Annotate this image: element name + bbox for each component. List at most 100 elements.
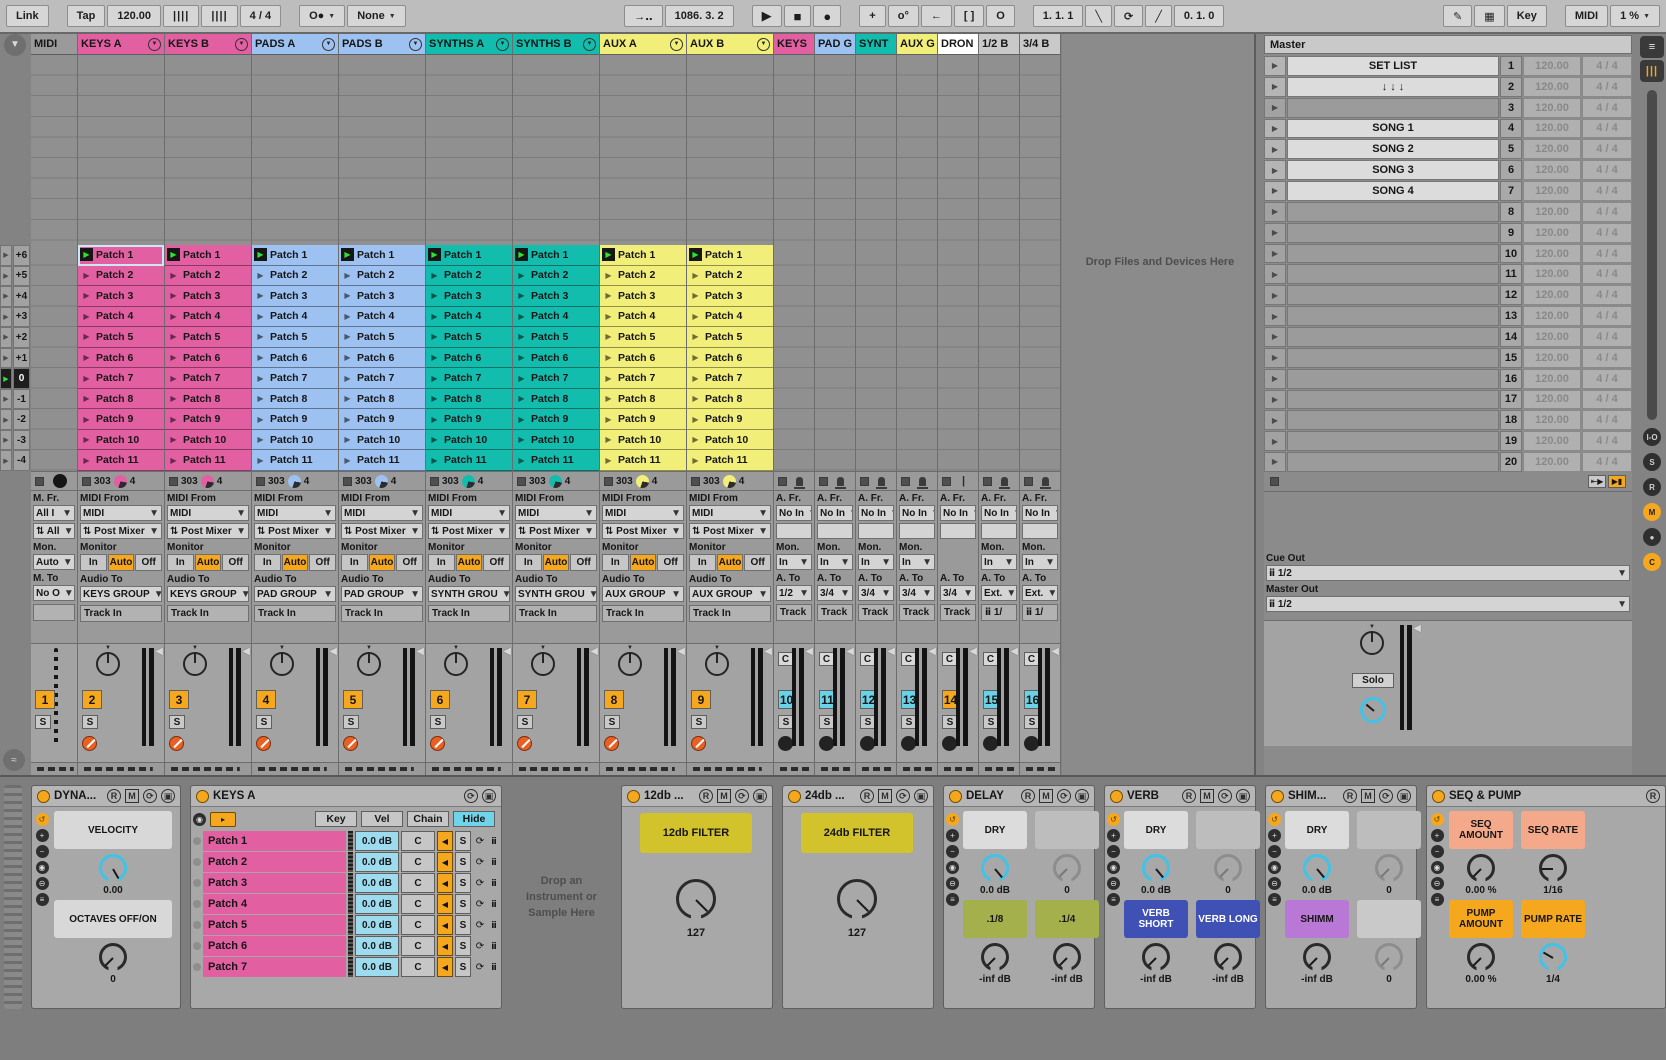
monitor-off-button[interactable]: Off — [483, 554, 510, 571]
pan-knob[interactable] — [357, 652, 381, 676]
chevron-down-icon[interactable]: ▼ — [409, 38, 422, 51]
track-delay-row[interactable] — [687, 762, 773, 775]
device-on-toggle[interactable] — [1110, 790, 1123, 803]
scene-play-icon[interactable]: ▶ — [1264, 244, 1286, 264]
volume-fader[interactable]: ◀ — [997, 648, 1009, 746]
macro-knob[interactable] — [1053, 943, 1081, 971]
input-channel-select[interactable]: ⇅ Post Mixer▼ — [254, 523, 336, 539]
remove-macro-icon[interactable]: − — [1107, 845, 1120, 858]
scene-tempo[interactable]: 120.00 — [1523, 244, 1581, 264]
macro-value[interactable]: 0.0 dB — [1141, 885, 1171, 896]
clip[interactable]: ▶ Patch 7 — [687, 368, 773, 389]
output-channel-box[interactable]: Track In — [80, 605, 162, 622]
volume-fader[interactable]: ◀ — [664, 648, 676, 746]
back-to-arrangement-icon[interactable]: ⇤▶ — [1588, 475, 1606, 488]
scene-signature[interactable]: 4 / 4 — [1582, 202, 1632, 222]
clip[interactable]: ▶ Patch 5 — [426, 327, 512, 348]
add-macro-icon[interactable]: + — [36, 829, 49, 842]
clip[interactable]: ▶ Patch 6 — [687, 348, 773, 369]
hot-swap-icon[interactable]: ⟳ — [464, 789, 478, 803]
clip-stop-row[interactable]: 303 4 | — [687, 471, 773, 491]
empty-clip-slots[interactable] — [339, 55, 425, 245]
macro-label[interactable] — [1035, 811, 1099, 849]
macro-knob[interactable] — [1375, 943, 1403, 971]
computer-midi-keyboard-button[interactable]: ▦ — [1474, 5, 1504, 27]
track-delay-row[interactable] — [426, 762, 512, 775]
chain-name[interactable]: Patch 6 — [203, 936, 346, 956]
scene-tempo[interactable]: 120.00 — [1523, 285, 1581, 305]
scene-row[interactable]: ▶ 17 120.00 4 / 4 — [1264, 390, 1632, 410]
save-preset-icon[interactable]: ▣ — [1075, 789, 1089, 803]
macro-value[interactable]: 0 — [110, 974, 116, 985]
clip-view-toggle-icon[interactable]: ≡ — [1640, 36, 1664, 58]
macro-value[interactable]: -inf dB — [1301, 974, 1333, 985]
hot-swap-icon[interactable]: ⟳ — [473, 857, 487, 868]
monitor-in-button[interactable]: In — [515, 554, 542, 571]
scene-row[interactable]: ▶ SONG 3 6 120.00 4 / 4 — [1264, 160, 1632, 180]
input-type-select[interactable]: MIDI▼ — [515, 505, 597, 521]
track-delay-row[interactable] — [1020, 762, 1060, 775]
clip-play-icon[interactable]: ▶ — [80, 332, 93, 341]
scene-play-icon[interactable]: ▶ — [0, 450, 12, 471]
chain-solo-button[interactable]: S — [455, 957, 471, 977]
clip[interactable]: ▶ Patch 4 — [165, 307, 251, 328]
input-type-select[interactable]: All I▼ — [33, 505, 75, 521]
clip-play-icon[interactable]: ▶ — [515, 332, 528, 341]
scene-name[interactable] — [1287, 452, 1499, 472]
randomize-icon[interactable]: R — [107, 789, 121, 803]
hot-swap-icon[interactable]: ⟳ — [473, 941, 487, 952]
monitor-select[interactable]: In▼ — [981, 554, 1017, 570]
clip[interactable]: ▶ Patch 1 — [78, 245, 164, 266]
clip-play-icon[interactable]: ▶ — [167, 435, 180, 444]
clip[interactable]: ▶ Patch 3 — [78, 286, 164, 307]
track-delay-row[interactable] — [252, 762, 338, 775]
clip[interactable]: ▶ Patch 10 — [165, 430, 251, 451]
macro-value[interactable]: 1/16 — [1543, 885, 1562, 896]
clip-play-icon[interactable]: ▶ — [428, 332, 441, 341]
scene-name[interactable] — [1287, 98, 1499, 118]
clip-play-icon[interactable]: ▶ — [80, 353, 93, 362]
hot-swap-icon[interactable]: ↺ — [946, 813, 959, 826]
clip-play-icon[interactable]: ▶ — [515, 271, 528, 280]
macro-label[interactable]: DRY — [1124, 811, 1188, 849]
device-header[interactable]: DELAY R M ⟳ ▣ — [944, 786, 1094, 807]
hot-swap-icon[interactable]: ⟳ — [1057, 789, 1071, 803]
tempo-field[interactable]: 120.00 — [107, 5, 161, 27]
scene-play-icon[interactable]: ▶ — [0, 327, 12, 348]
clip-stop-icon[interactable] — [169, 477, 178, 486]
chevron-down-icon[interactable]: ▼ — [757, 38, 770, 51]
scene-play-icon[interactable]: ▶ — [0, 286, 12, 307]
speaker-icon[interactable]: ◀ — [437, 852, 453, 872]
volume-fader[interactable]: ◀ — [792, 648, 804, 746]
macro-knob[interactable] — [1539, 943, 1567, 971]
filter-macro-button[interactable]: 12db FILTER — [640, 813, 752, 853]
arm-button[interactable] — [778, 736, 793, 751]
fader-handle[interactable]: ◀ — [1051, 646, 1059, 657]
clip[interactable]: ▶ Patch 11 — [252, 450, 338, 471]
device-header[interactable]: DYNA... R M ⟳ ▣ — [32, 786, 180, 807]
add-macro-icon[interactable]: + — [1107, 829, 1120, 842]
clip-play-icon[interactable]: ▶ — [689, 332, 702, 341]
macro-knob[interactable] — [99, 854, 127, 882]
filter-knob[interactable] — [676, 879, 716, 919]
scene-play-icon[interactable]: ▶ — [1264, 181, 1286, 201]
clip-stop-row[interactable]: 303 4 | — [165, 471, 251, 491]
track-header[interactable]: PAD G ▼ — [815, 34, 855, 55]
scene-name[interactable] — [1287, 223, 1499, 243]
randomize-icon[interactable]: R — [1021, 789, 1035, 803]
chain-pan[interactable]: C — [401, 873, 435, 893]
arm-button[interactable] — [430, 736, 445, 751]
empty-clip-slots[interactable] — [979, 55, 1019, 245]
macro-value[interactable]: -inf dB — [1051, 974, 1083, 985]
solo-button[interactable]: S — [604, 715, 620, 729]
scene-signature[interactable]: 4 / 4 — [1582, 348, 1632, 368]
chain-solo-button[interactable]: S — [455, 831, 471, 851]
cue-volume-knob[interactable] — [1360, 697, 1386, 723]
device-view-toggle-icon[interactable]: ||| — [1640, 60, 1664, 82]
macro-label[interactable]: OCTAVES OFF/ON — [54, 900, 172, 938]
variation-icon[interactable]: ⊖ — [1431, 877, 1444, 890]
track-number-box[interactable]: 5 — [343, 690, 363, 709]
empty-clip-slots[interactable] — [513, 55, 599, 245]
clip-stop-row[interactable]: 303 4 | — [78, 471, 164, 491]
output-type-select[interactable]: KEYS GROUP▼ — [167, 586, 249, 602]
